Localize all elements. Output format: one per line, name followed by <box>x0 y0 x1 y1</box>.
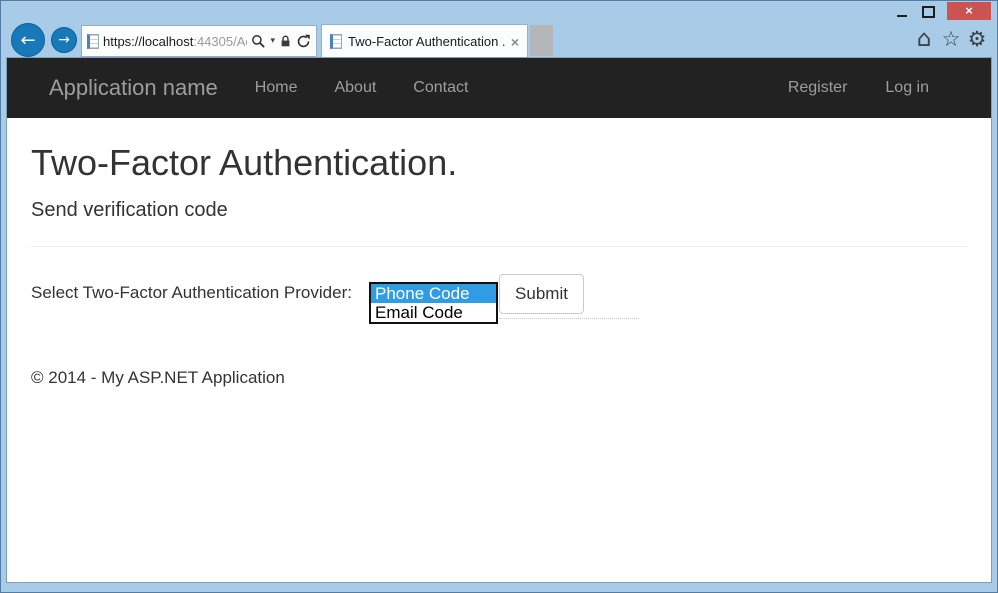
url-host: https://localhost <box>103 34 193 49</box>
tab-title: Two-Factor Authentication ... <box>348 34 505 49</box>
browser-tab[interactable]: Two-Factor Authentication ... × <box>321 24 528 58</box>
new-tab-button[interactable] <box>530 25 553 56</box>
maximize-icon <box>922 6 935 18</box>
provider-form: Select Two-Factor Authentication Provide… <box>31 274 967 324</box>
minimize-icon <box>897 15 907 17</box>
search-icon[interactable] <box>251 34 266 49</box>
nav-link-about[interactable]: About <box>334 79 376 96</box>
nav-link-home[interactable]: Home <box>255 79 298 96</box>
lock-icon <box>279 34 292 48</box>
refresh-icon[interactable] <box>296 34 311 49</box>
page-title: Two-Factor Authentication. <box>31 144 967 182</box>
option-phone-code[interactable]: Phone Code <box>371 284 496 303</box>
submit-button[interactable]: Submit <box>499 274 584 314</box>
browser-toolbar: ← → https://localhost:44305/Acc ▾ <box>1 21 997 58</box>
tab-page-icon <box>330 34 342 49</box>
maximize-button[interactable] <box>920 4 936 20</box>
address-bar[interactable]: https://localhost:44305/Acc ▾ <box>81 25 317 57</box>
close-button[interactable]: × <box>947 2 991 20</box>
nav-link-login[interactable]: Log in <box>885 79 929 96</box>
url-text: https://localhost:44305/Acc <box>103 34 247 49</box>
address-dropdown-caret-icon[interactable]: ▾ <box>270 36 275 46</box>
back-icon: ← <box>20 30 35 51</box>
provider-select-dropdown[interactable]: Phone Code Email Code <box>369 282 498 324</box>
back-button[interactable]: ← <box>11 23 45 57</box>
divider <box>31 246 967 247</box>
footer-copyright: © 2014 - My ASP.NET Application <box>31 368 967 388</box>
page-viewport: Application name Home About Contact Regi… <box>6 57 992 583</box>
site-navbar: Application name Home About Contact Regi… <box>7 58 991 118</box>
select-shadow-line <box>499 318 639 319</box>
forward-icon: → <box>58 32 70 48</box>
minimize-button[interactable] <box>894 4 910 20</box>
main-content: Two-Factor Authentication. Send verifica… <box>7 144 991 388</box>
nav-link-contact[interactable]: Contact <box>413 79 468 96</box>
account-links: Register Log in <box>788 79 929 97</box>
brand-link[interactable]: Application name <box>49 75 218 101</box>
home-icon[interactable]: ⌂ <box>912 26 936 52</box>
option-email-code[interactable]: Email Code <box>371 303 496 322</box>
settings-gear-icon[interactable]: ⚙ <box>965 26 989 52</box>
favorites-star-icon[interactable]: ☆ <box>939 26 963 52</box>
browser-window: × ← → https://localhost:44305/Acc ▾ <box>0 0 998 593</box>
forward-button[interactable]: → <box>51 27 77 53</box>
tab-close-icon[interactable]: × <box>511 35 519 49</box>
nav-link-register[interactable]: Register <box>788 79 848 96</box>
title-bar: × <box>1 1 997 21</box>
url-path: :44305/Acc <box>193 34 247 49</box>
page-icon <box>87 34 99 49</box>
provider-label: Select Two-Factor Authentication Provide… <box>31 283 352 303</box>
nav-links: Home About Contact <box>255 79 469 97</box>
page-subtitle: Send verification code <box>31 199 967 222</box>
